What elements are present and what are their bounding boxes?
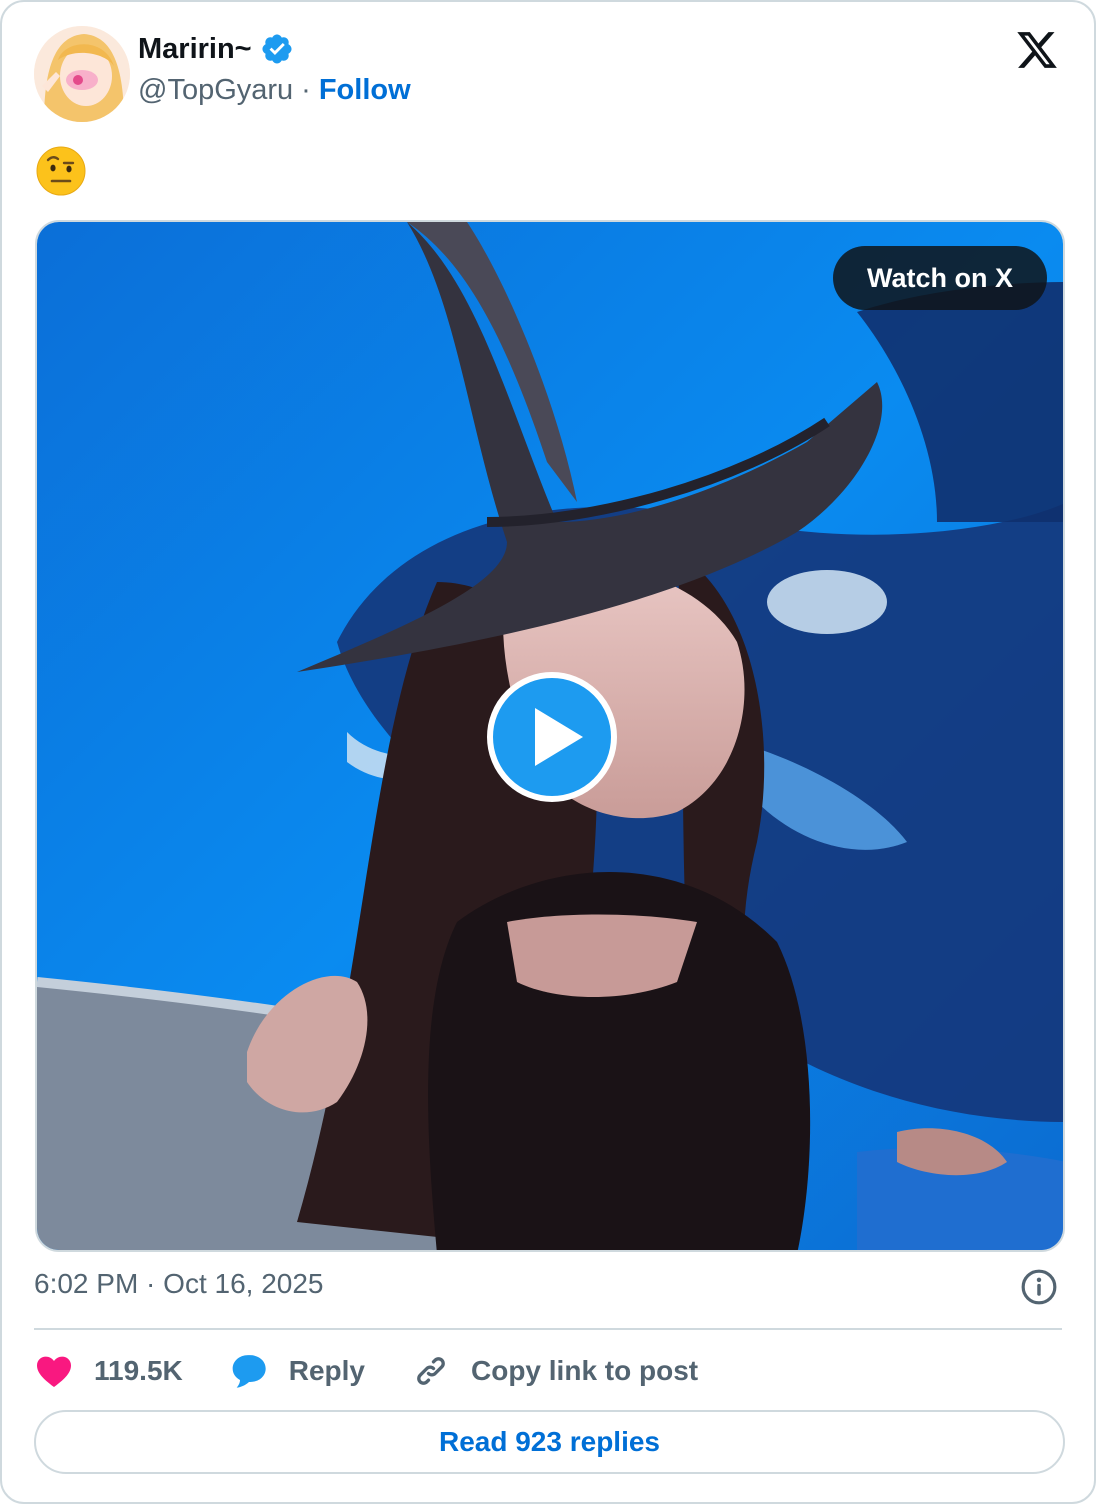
divider bbox=[34, 1328, 1062, 1330]
heart-icon bbox=[37, 1356, 71, 1387]
follow-link[interactable]: Follow bbox=[319, 74, 411, 107]
action-bar: 119.5K Reply Copy link to post bbox=[34, 1346, 744, 1396]
speech-bubble-icon bbox=[232, 1355, 266, 1388]
avatar[interactable] bbox=[34, 26, 130, 122]
tweet-embed-card: Maririn~ @TopGyaru · Follow Watch on X 6… bbox=[0, 0, 1096, 1504]
verified-badge-icon bbox=[262, 34, 292, 64]
like-button[interactable]: 119.5K bbox=[34, 1351, 183, 1391]
reply-label: Reply bbox=[288, 1355, 365, 1386]
separator-dot: · bbox=[301, 74, 311, 106]
avatar-image bbox=[34, 26, 130, 122]
copy-link-button[interactable]: Copy link to post bbox=[411, 1351, 698, 1391]
reply-button[interactable]: Reply bbox=[229, 1351, 365, 1391]
author-handle[interactable]: @TopGyaru bbox=[138, 74, 293, 107]
display-name[interactable]: Maririn~ bbox=[138, 33, 252, 66]
info-icon[interactable] bbox=[1020, 1268, 1058, 1306]
x-logo-icon[interactable] bbox=[1014, 28, 1060, 72]
author-handle-row: @TopGyaru · Follow bbox=[138, 74, 411, 107]
like-count: 119.5K bbox=[94, 1355, 183, 1386]
author-name-row[interactable]: Maririn~ bbox=[138, 32, 294, 66]
face-with-raised-eyebrow-icon bbox=[36, 146, 86, 196]
watch-on-x-button[interactable]: Watch on X bbox=[833, 246, 1047, 310]
video-player[interactable]: Watch on X bbox=[35, 220, 1065, 1252]
copy-link-label: Copy link to post bbox=[471, 1355, 699, 1386]
link-icon bbox=[417, 1357, 445, 1385]
read-replies-button[interactable]: Read 923 replies bbox=[34, 1410, 1065, 1474]
play-icon[interactable] bbox=[485, 670, 619, 804]
tweet-timestamp[interactable]: 6:02 PM · Oct 16, 2025 bbox=[34, 1268, 324, 1300]
